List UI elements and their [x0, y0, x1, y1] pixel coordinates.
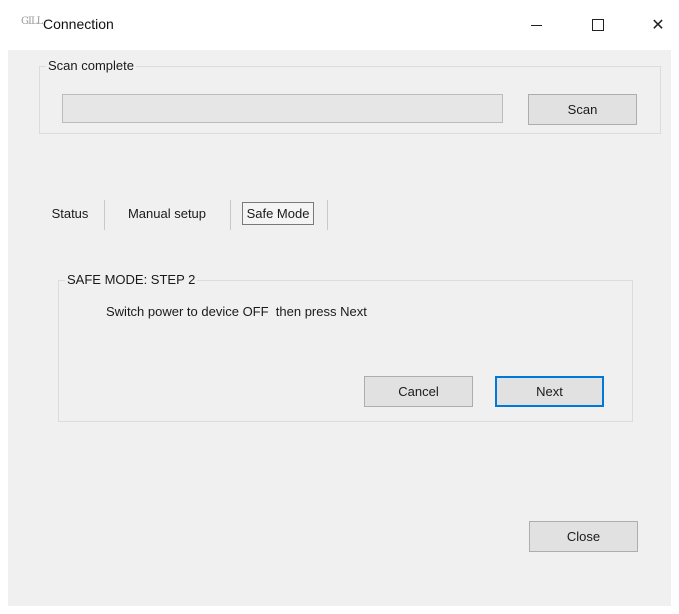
- maximize-button[interactable]: [578, 10, 618, 40]
- window-title: Connection: [43, 16, 114, 32]
- close-window-button[interactable]: ✕: [638, 10, 678, 40]
- scan-status-label: Scan complete: [46, 58, 136, 73]
- minimize-icon: [530, 24, 542, 26]
- tab-safe-mode-label: Safe Mode: [241, 201, 315, 225]
- cancel-button[interactable]: Cancel: [364, 376, 473, 407]
- scan-progress-bar: [62, 94, 503, 123]
- title-bar[interactable]: GILL Connection ✕: [0, 0, 679, 50]
- tab-divider: [327, 200, 328, 230]
- tab-manual-setup[interactable]: Manual setup: [107, 196, 227, 230]
- tab-status[interactable]: Status: [40, 196, 100, 230]
- scan-button[interactable]: Scan: [528, 94, 637, 125]
- scan-group: Scan complete Scan: [39, 58, 661, 134]
- close-icon: ✕: [651, 17, 665, 34]
- next-button[interactable]: Next: [495, 376, 604, 407]
- tab-divider: [104, 200, 105, 230]
- window-client-area: Scan complete Scan Status Manual setup S…: [8, 50, 671, 606]
- safe-mode-group: SAFE MODE: STEP 2 Switch power to device…: [58, 272, 633, 422]
- tab-safe-mode[interactable]: Safe Mode: [233, 196, 323, 230]
- safe-mode-instruction: Switch power to device OFF then press Ne…: [106, 304, 367, 319]
- minimize-button[interactable]: [516, 10, 556, 40]
- tab-divider: [230, 200, 231, 230]
- maximize-icon: [592, 19, 604, 31]
- close-button[interactable]: Close: [529, 521, 638, 552]
- safe-mode-step-label: SAFE MODE: STEP 2: [65, 272, 198, 287]
- app-logo-icon: GILL: [21, 16, 43, 27]
